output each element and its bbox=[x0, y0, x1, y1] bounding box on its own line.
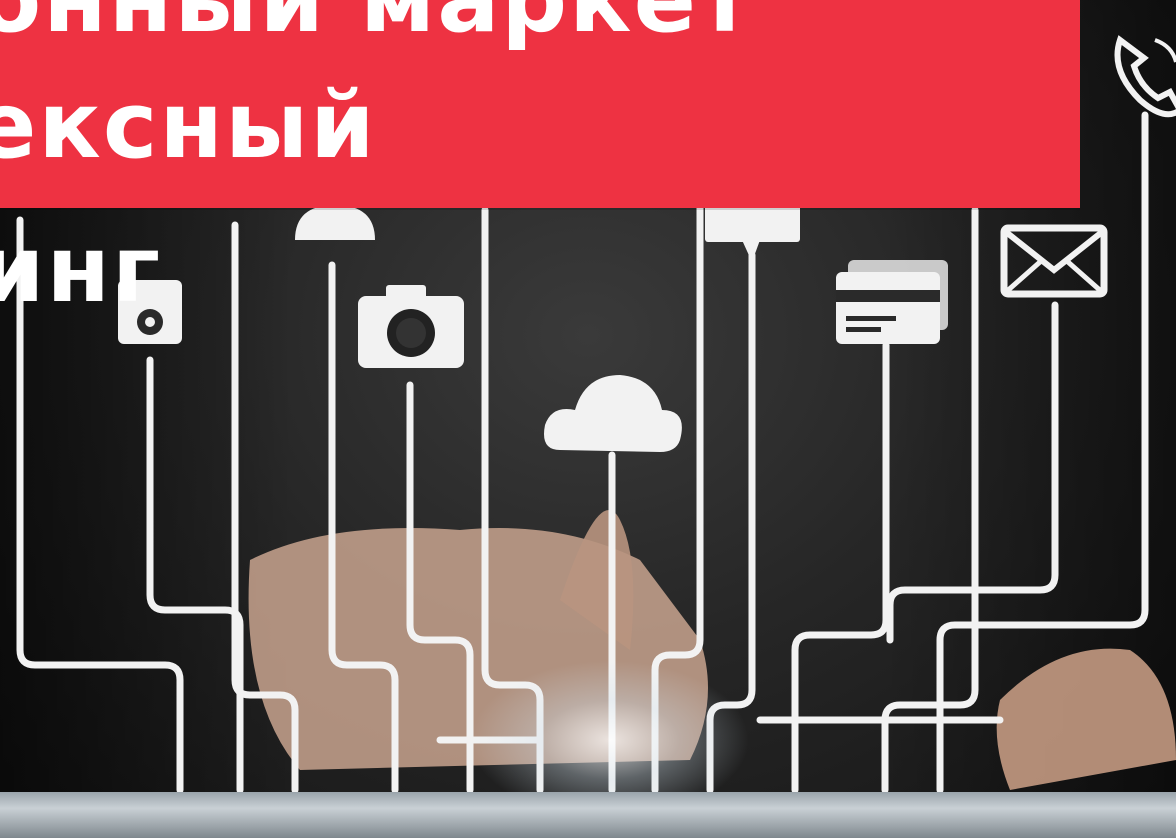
phone-icon bbox=[1114, 35, 1176, 118]
camera-icon bbox=[358, 285, 464, 368]
envelope-icon bbox=[1000, 224, 1108, 298]
tablet-edge bbox=[0, 792, 1176, 838]
title-line-2: ексный bbox=[0, 72, 377, 179]
title-line-3: инг bbox=[0, 216, 163, 323]
chat-bubble-icon bbox=[705, 200, 800, 262]
user-icon bbox=[295, 205, 375, 240]
cloud-icon bbox=[544, 375, 682, 452]
title-banner: онный маркет ексный bbox=[0, 0, 1080, 208]
hand-right bbox=[996, 648, 1176, 790]
title-line-1: онный маркет bbox=[0, 0, 753, 46]
photo-scene: онный маркет ексный инг bbox=[0, 0, 1176, 838]
credit-card-icon bbox=[836, 260, 948, 344]
